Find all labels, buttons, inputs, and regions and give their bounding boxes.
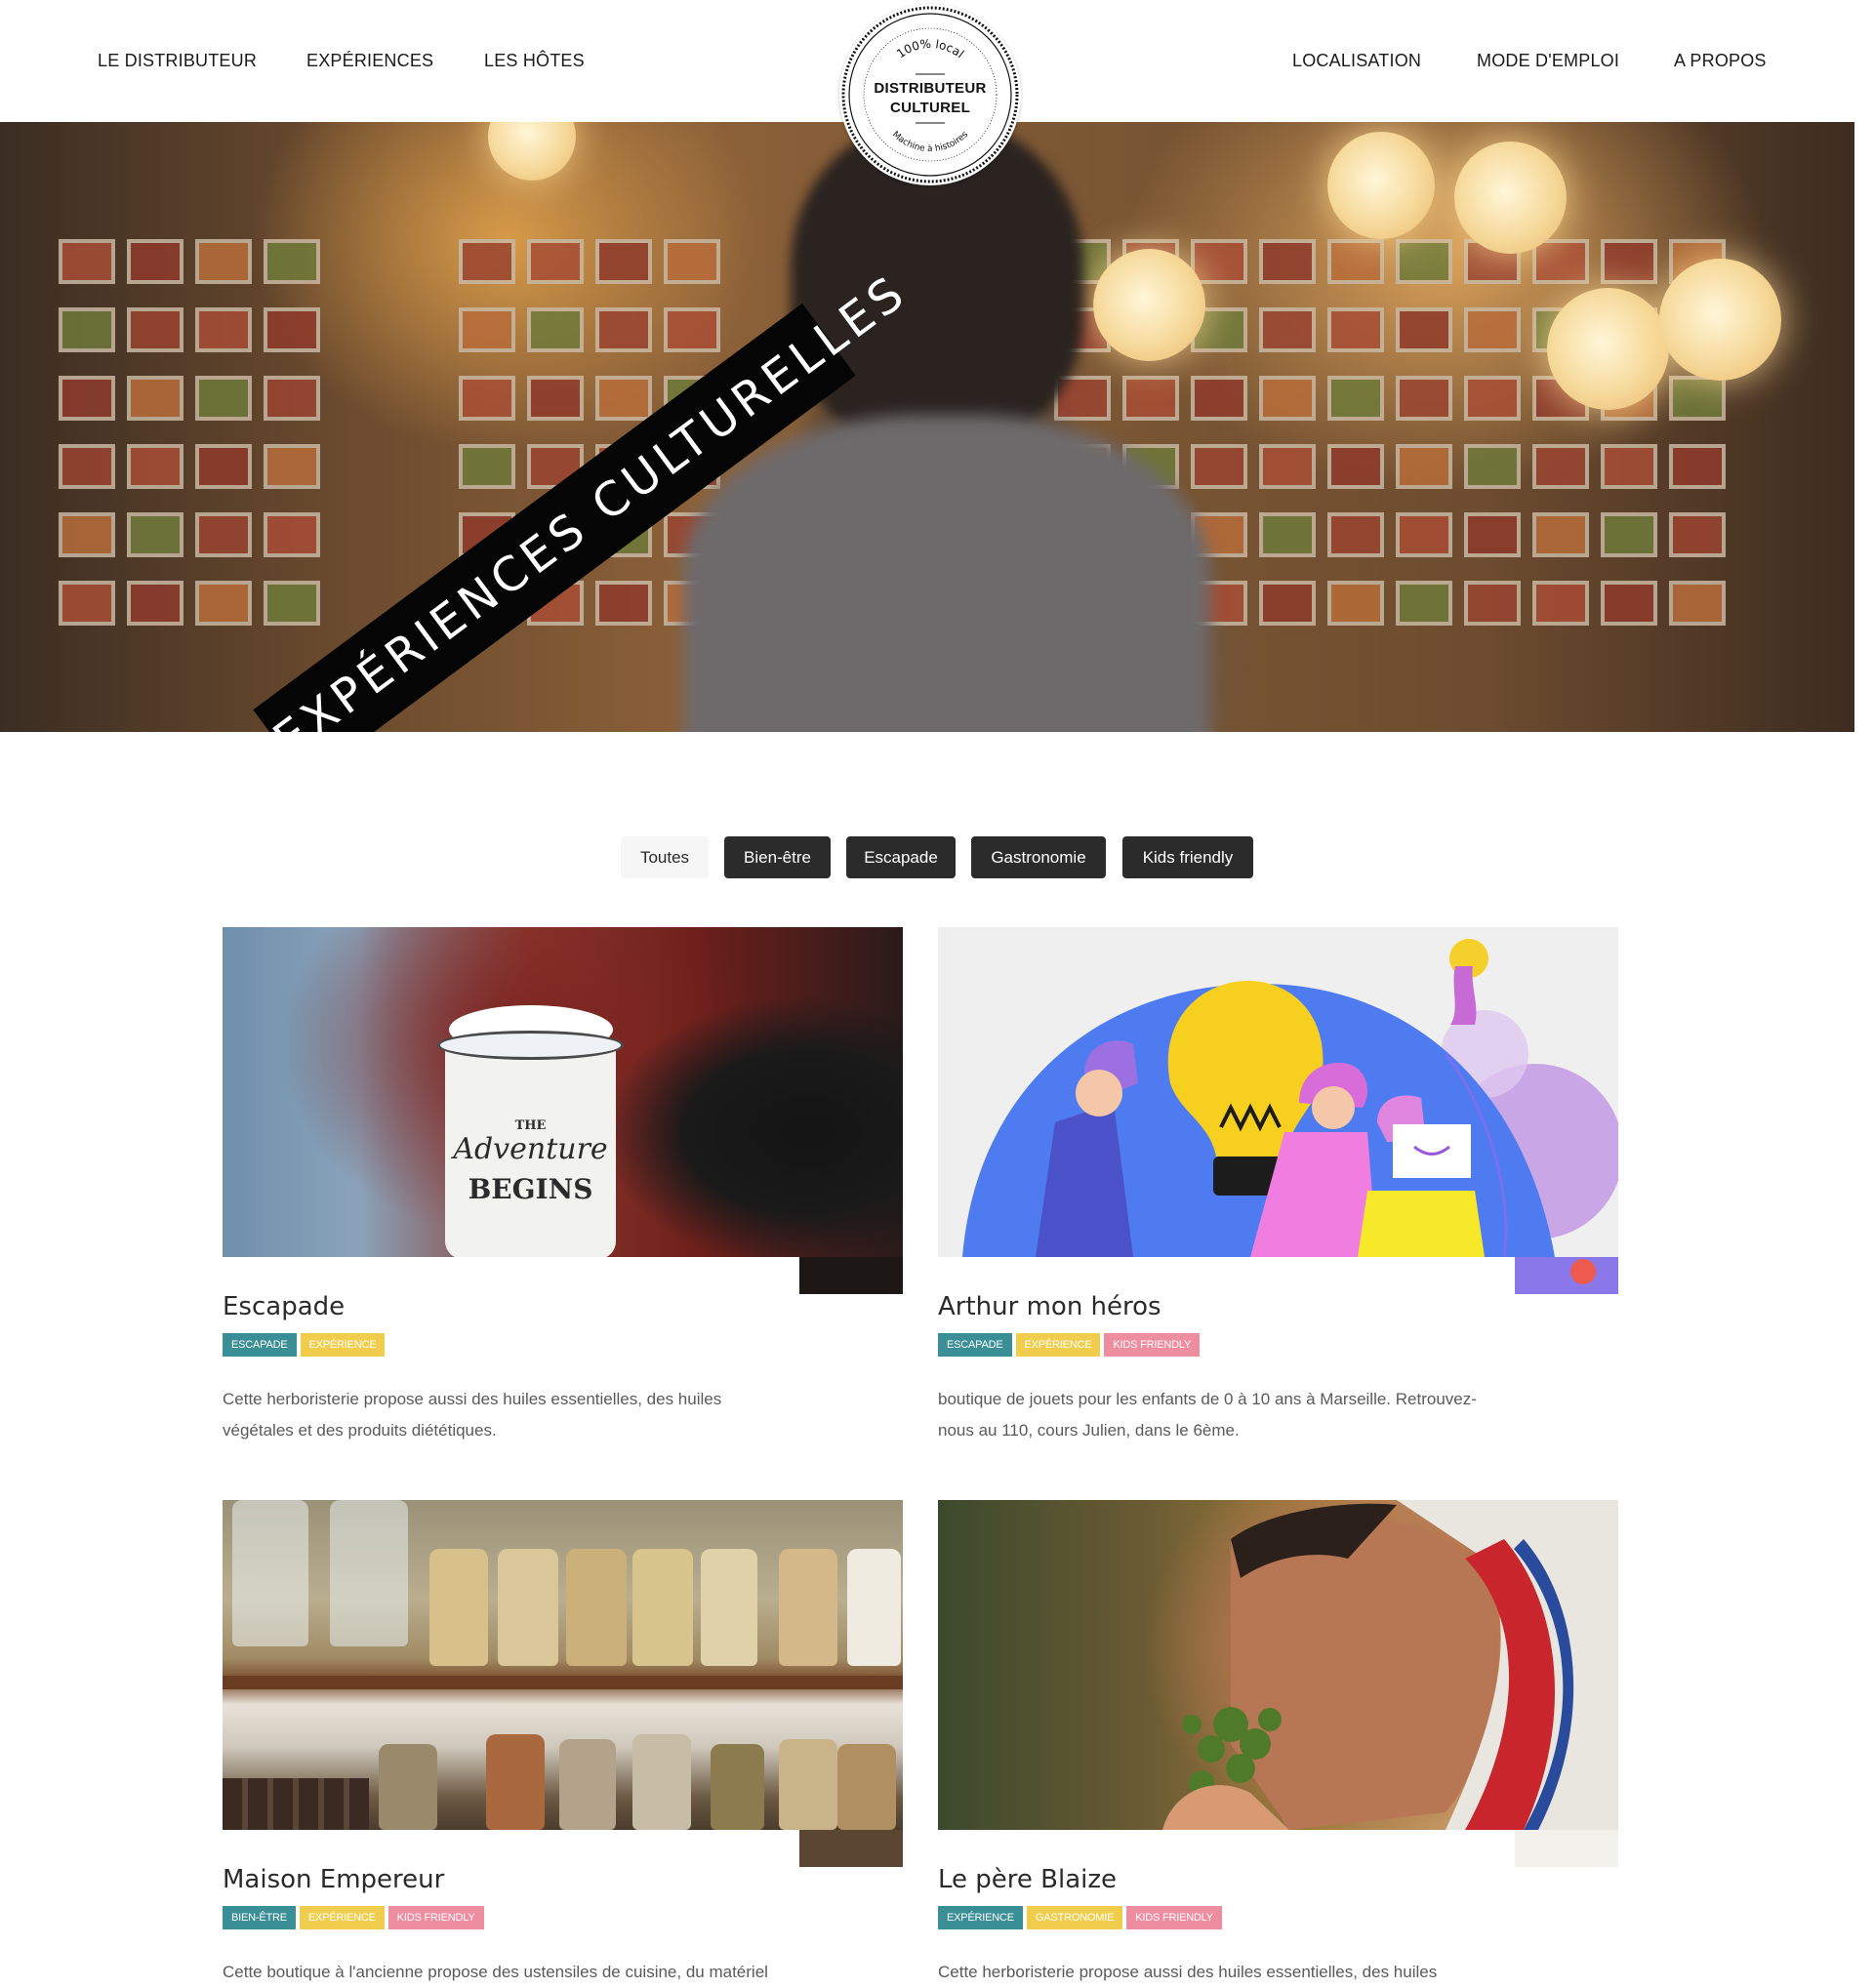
nav-a-propos[interactable]: A PROPOS [1674,51,1767,71]
card-image-tail [1515,1257,1618,1294]
tag-kids-friendly[interactable]: KIDS FRIENDLY [1104,1333,1201,1357]
card-image-escapade[interactable]: THE Adventure BEGINS [223,927,903,1257]
illustration-lightbulb [962,939,1618,1257]
card-description: Cette boutique à l'ancienne propose des … [223,1963,768,1981]
nav-localisation[interactable]: LOCALISATION [1292,51,1421,71]
nav-le-distributeur[interactable]: LE DISTRIBUTEUR [98,51,257,71]
nav-les-hotes[interactable]: LES HÔTES [484,51,585,71]
hero-banner-wrap: EXPÉRIENCES CULTURELLES [117,264,917,732]
card-image-tail [799,1830,903,1867]
tag-experience[interactable]: EXPÉRIENCE [299,1906,385,1929]
tag-experience[interactable]: EXPÉRIENCE [300,1333,386,1357]
filter-gastronomie[interactable]: Gastronomie [971,836,1106,878]
logo-name-line2: CULTUREL [889,100,971,116]
card-title[interactable]: Maison Empereur [223,1865,444,1894]
logo-top-arc-text: 100% local [894,37,966,61]
mug-text-begins: BEGINS [468,1173,593,1205]
card-image-tail [799,1257,903,1294]
card-description: boutique de jouets pour les enfants de 0… [938,1390,1477,1440]
nav-mode-emploi[interactable]: MODE D'EMPLOI [1477,51,1619,71]
tag-gastronomie[interactable]: GASTRONOMIE [1026,1906,1123,1929]
card-title[interactable]: Le père Blaize [938,1865,1117,1894]
hero-image: EXPÉRIENCES CULTURELLES [0,122,1854,732]
card-image-maison-empereur[interactable] [223,1500,903,1830]
filter-kids-friendly[interactable]: Kids friendly [1122,836,1253,878]
tag-bien-etre[interactable]: BIEN-ÊTRE [223,1906,296,1929]
filter-escapade[interactable]: Escapade [846,836,956,878]
card-tags: ESCAPADE EXPÉRIENCE KIDS FRIENDLY [938,1333,1203,1357]
card-tags: EXPÉRIENCE GASTRONOMIE KIDS FRIENDLY [938,1906,1226,1929]
logo-bottom-arc-text: Machine à histoires [890,130,970,154]
card-image-tail [1515,1830,1618,1867]
card-title[interactable]: Escapade [223,1292,345,1321]
tag-escapade[interactable]: ESCAPADE [223,1333,297,1357]
tag-kids-friendly[interactable]: KIDS FRIENDLY [387,1906,484,1929]
nav-experiences[interactable]: EXPÉRIENCES [306,51,433,71]
card-image-arthur[interactable] [938,927,1618,1257]
mug-text-the: THE [514,1118,547,1133]
card-image-pere-blaize[interactable] [938,1500,1618,1830]
tag-kids-friendly[interactable]: KIDS FRIENDLY [1126,1906,1222,1929]
tag-escapade[interactable]: ESCAPADE [938,1333,1012,1357]
mug-text-adventure: Adventure [453,1132,608,1166]
logo-name-line1: DISTRIBUTEUR [874,80,987,97]
card-title[interactable]: Arthur mon héros [938,1292,1161,1321]
filter-bien-etre[interactable]: Bien-être [724,836,831,878]
card-description: Cette herboristerie propose aussi des hu… [938,1963,1438,1981]
hero-banner: EXPÉRIENCES CULTURELLES [253,264,917,732]
card-tags: BIEN-ÊTRE EXPÉRIENCE KIDS FRIENDLY [223,1906,488,1929]
card-description: Cette herboristerie propose aussi des hu… [223,1390,722,1440]
card-tags: ESCAPADE EXPÉRIENCE [223,1333,388,1357]
tag-experience[interactable]: EXPÉRIENCE [1015,1333,1101,1357]
tag-experience[interactable]: EXPÉRIENCE [938,1906,1023,1929]
site-logo[interactable]: 100% local Machine à histoires DISTRIBUT… [839,4,1021,185]
filter-toutes[interactable]: Toutes [621,836,709,878]
